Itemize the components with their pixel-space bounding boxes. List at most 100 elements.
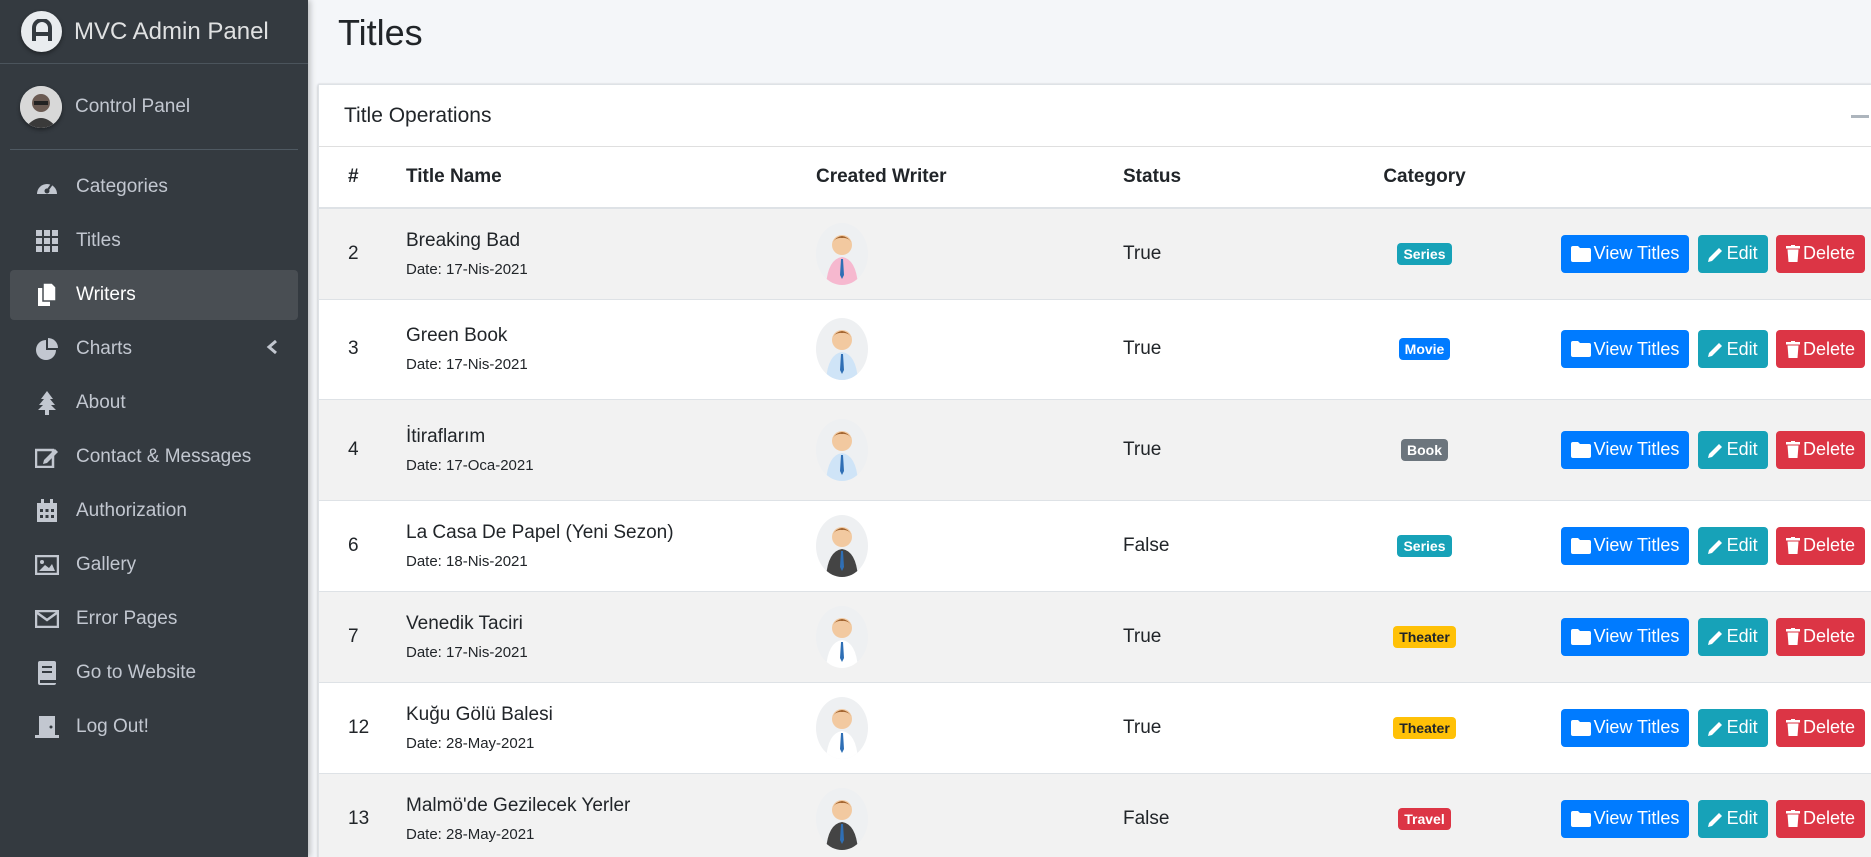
row-category-cell: Movie [1353, 298, 1496, 399]
sidebar-nav: Categories Titles Writers Charts About C… [0, 162, 308, 752]
row-title-date: Date: 18-Nis-2021 [406, 552, 528, 570]
table-row: 6 La Casa De Papel (Yeni Sezon) Date: 18… [319, 499, 1871, 591]
row-actions: View Titles Edit Delete [1496, 499, 1871, 591]
row-actions: View Titles Edit Delete [1496, 681, 1871, 773]
sidebar-item-label: Titles [76, 230, 121, 251]
man-cartoon-avatar [816, 318, 868, 380]
delete-button[interactable]: Delete [1775, 330, 1865, 368]
folder-icon [1570, 537, 1591, 554]
delete-button[interactable]: Delete [1775, 526, 1865, 565]
edit-label: Edit [1726, 626, 1758, 646]
trash-icon [1785, 441, 1800, 458]
row-status: True [1123, 207, 1353, 299]
sidebar-item-titles[interactable]: Titles [10, 216, 298, 266]
row-title-date: Date: 28-May-2021 [406, 734, 535, 752]
user-avatar [20, 85, 62, 128]
delete-button[interactable]: Delete [1775, 430, 1865, 469]
edit-button[interactable]: Edit [1697, 526, 1768, 565]
content-wrapper: Titles Title Operations # Title Name Cre… [308, 0, 1871, 857]
row-title-name: Breaking Bad [406, 229, 521, 251]
row-title-date: Date: 17-Nis-2021 [406, 643, 528, 661]
edit-button[interactable]: Edit [1697, 430, 1768, 469]
row-status: False [1123, 772, 1353, 857]
row-title-cell: İtiraflarım Date: 17-Oca-2021 [406, 398, 816, 500]
view-titles-label: View Titles [1593, 626, 1680, 646]
edit-button[interactable]: Edit [1697, 330, 1768, 368]
row-title-name: La Casa De Papel (Yeni Sezon) [406, 521, 674, 543]
row-writer-cell [816, 499, 1123, 591]
folder-icon [1570, 245, 1591, 262]
envelope-icon [34, 606, 60, 632]
book-icon [34, 660, 60, 686]
sidebar-item-label: Contact & Messages [76, 446, 252, 467]
row-status: True [1123, 398, 1353, 500]
row-writer-cell [816, 772, 1123, 857]
edit-button[interactable]: Edit [1697, 708, 1768, 747]
delete-label: Delete [1802, 717, 1855, 737]
view-titles-button[interactable]: View Titles [1560, 617, 1690, 656]
view-titles-button[interactable]: View Titles [1560, 330, 1690, 368]
sidebar-item-label: Gallery [76, 554, 137, 575]
sidebar-item-writers[interactable]: Writers [10, 270, 298, 320]
edit-label: Edit [1726, 338, 1758, 359]
row-writer-cell [816, 681, 1123, 773]
sidebar-item-charts[interactable]: Charts [10, 324, 298, 374]
edit-label: Edit [1726, 808, 1758, 829]
row-category-cell: Series [1353, 499, 1496, 591]
view-titles-button[interactable]: View Titles [1560, 430, 1690, 469]
column-header-id: # [319, 147, 406, 209]
sidebar-item-about[interactable]: About [10, 378, 298, 428]
tachometer-icon [34, 174, 60, 200]
row-title-cell: La Casa De Papel (Yeni Sezon) Date: 18-N… [406, 499, 816, 591]
delete-button[interactable]: Delete [1775, 708, 1865, 747]
row-id: 7 [319, 590, 406, 682]
category-badge: Series [1397, 534, 1452, 557]
sidebar-item-log-out[interactable]: Log Out! [10, 702, 298, 752]
sidebar-item-label: Categories [76, 176, 168, 197]
calendar-icon [34, 498, 60, 524]
row-id: 6 [319, 499, 406, 591]
row-id: 2 [319, 207, 406, 299]
sidebar-item-gallery[interactable]: Gallery [10, 540, 298, 590]
view-titles-button[interactable]: View Titles [1560, 708, 1690, 747]
row-category-cell: Series [1353, 207, 1496, 299]
sidebar-item-label: Charts [76, 338, 132, 359]
edit-button[interactable]: Edit [1697, 617, 1768, 656]
pencil-icon [1707, 630, 1722, 645]
row-actions: View Titles Edit Delete [1496, 590, 1871, 682]
edit-button[interactable]: Edit [1697, 234, 1768, 273]
sidebar-item-error-pages[interactable]: Error Pages [10, 594, 298, 644]
delete-button[interactable]: Delete [1775, 617, 1865, 656]
delete-button[interactable]: Delete [1775, 234, 1865, 273]
delete-button[interactable]: Delete [1775, 799, 1865, 838]
suit-cartoon-avatar [816, 514, 868, 577]
view-titles-button[interactable]: View Titles [1560, 799, 1690, 838]
chevron-left-icon[interactable] [266, 339, 278, 361]
row-id: 12 [319, 681, 406, 773]
delete-label: Delete [1802, 808, 1855, 829]
column-header-category: Category [1353, 147, 1496, 209]
row-id: 13 [319, 772, 406, 857]
edit-button[interactable]: Edit [1697, 799, 1768, 838]
sidebar-item-go-to-website[interactable]: Go to Website [10, 648, 298, 698]
sidebar-item-categories[interactable]: Categories [10, 162, 298, 212]
sidebar: MVC Admin Panel Control Panel Categories… [0, 0, 308, 857]
sidebar-item-contact[interactable]: Contact & Messages [10, 432, 298, 482]
brand-logo-icon [21, 11, 62, 52]
row-category-cell: Book [1353, 398, 1496, 500]
sidebar-item-authorization[interactable]: Authorization [10, 486, 298, 536]
collapse-icon[interactable] [1851, 115, 1869, 118]
table-row: 7 Venedik Taciri Date: 17-Nis-2021 True … [319, 590, 1871, 682]
row-status: False [1123, 499, 1353, 591]
image-icon [34, 552, 60, 578]
brand-link[interactable]: MVC Admin Panel [0, 0, 308, 64]
table-row: 3 Green Book Date: 17-Nis-2021 True Movi… [319, 298, 1871, 399]
row-actions: View Titles Edit Delete [1496, 398, 1871, 500]
view-titles-button[interactable]: View Titles [1560, 526, 1690, 565]
row-category-cell: Travel [1353, 772, 1496, 857]
view-titles-button[interactable]: View Titles [1560, 234, 1690, 273]
user-panel[interactable]: Control Panel [10, 64, 298, 150]
sidebar-item-label: About [76, 392, 126, 413]
row-id: 3 [319, 298, 406, 399]
row-writer-cell [816, 298, 1123, 399]
